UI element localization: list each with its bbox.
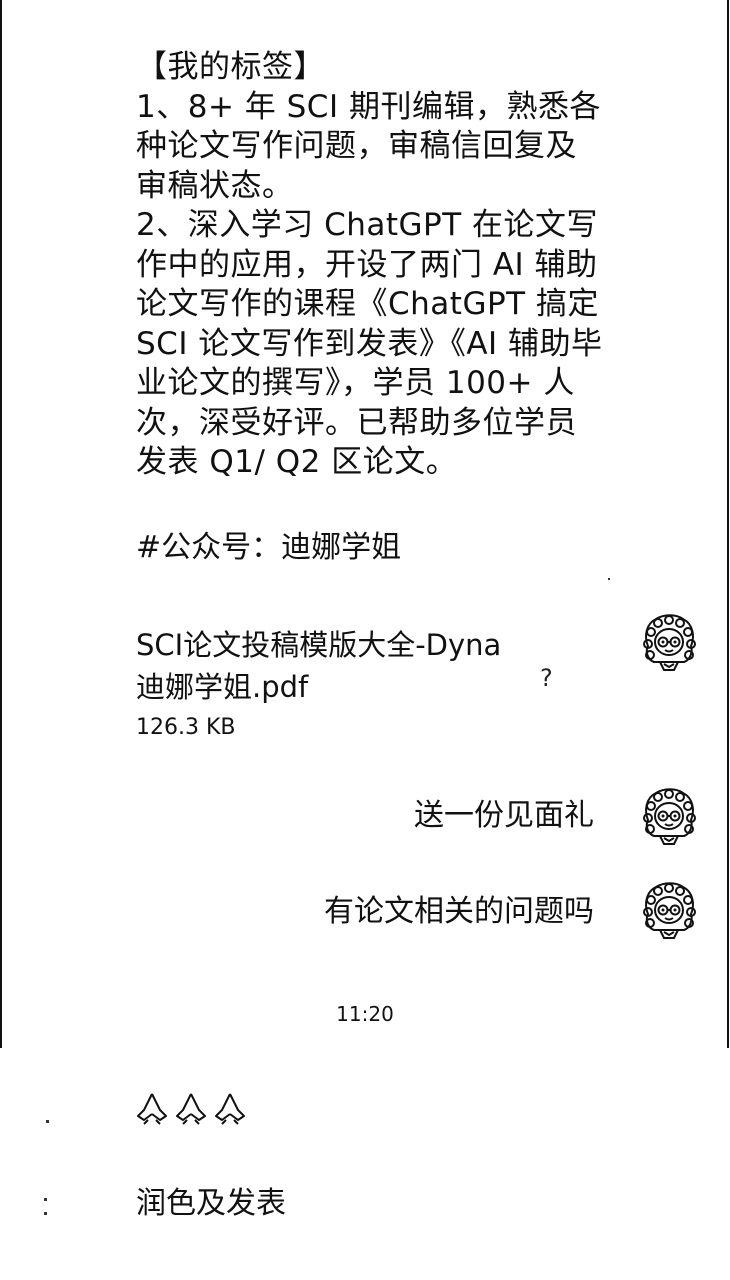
- scan-artifact: [44, 1198, 47, 1201]
- chat-right-border: [727, 0, 729, 1048]
- avatar[interactable]: [638, 786, 700, 848]
- avatar[interactable]: [638, 612, 700, 674]
- file-name[interactable]: SCI论文投稿模版大全-Dyna迪娜学姐.pdf: [136, 624, 506, 708]
- scan-artifact: [44, 1212, 47, 1215]
- message-timestamp: 11:20: [336, 1002, 394, 1026]
- file-size: 126.3 KB: [136, 715, 236, 740]
- emoji-message[interactable]: [134, 1090, 248, 1126]
- message-bubble[interactable]: 有论文相关的问题吗: [324, 892, 594, 932]
- file-message[interactable]: SCI论文投稿模版大全-Dyna迪娜学姐.pdf 126.3 KB: [136, 624, 506, 744]
- message-bubble[interactable]: 送一份见面礼: [414, 796, 594, 836]
- avatar[interactable]: [638, 880, 700, 942]
- praying-hands-icon: [215, 1093, 245, 1125]
- question-mark-icon[interactable]: ?: [540, 664, 553, 692]
- chat-left-border: [0, 0, 2, 1048]
- scan-artifact: [608, 578, 610, 580]
- message-bubble[interactable]: 润色及发表: [136, 1184, 286, 1224]
- scan-artifact: [46, 1120, 49, 1123]
- bio-hashtag: #公众号：迪娜学姐: [136, 530, 402, 565]
- bio-line-tags: 【我的标签】: [136, 49, 325, 85]
- bio-message[interactable]: 【我的标签】 1、8+ 年 SCI 期刊编辑，熟悉各种论文写作问题，审稿信回复及…: [136, 48, 606, 483]
- praying-hands-icon: [137, 1093, 167, 1125]
- bio-line-2: 2、深入学习 ChatGPT 在论文写作中的应用，开设了两门 AI 辅助论文写作…: [136, 207, 603, 480]
- bio-line-1: 1、8+ 年 SCI 期刊编辑，熟悉各种论文写作问题，审稿信回复及审稿状态。: [136, 88, 601, 204]
- avatar-girl-icon: [643, 882, 696, 939]
- avatar-girl-icon: [643, 614, 696, 671]
- praying-hands-icon: [176, 1093, 206, 1125]
- avatar-girl-icon: [643, 788, 696, 845]
